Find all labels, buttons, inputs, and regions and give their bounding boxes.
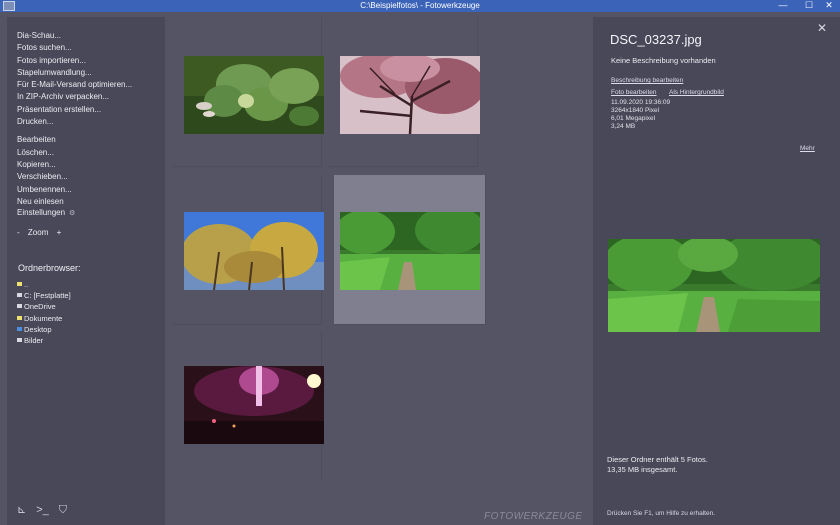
brand-watermark: FOTOWERKZEUGE — [484, 511, 583, 522]
terminal-icon[interactable]: >_ — [36, 504, 49, 516]
zoom-in-button[interactable]: + — [57, 228, 62, 237]
folder-label: .. — [24, 280, 29, 289]
photo-date: 11.09.2020 19:36:09 — [611, 99, 671, 106]
folder-label: Desktop — [24, 324, 52, 334]
thumbnail-grid — [172, 17, 586, 505]
window-title: C:\Beispielfotos\ - Fotowerkzeuge — [360, 1, 480, 10]
menu-create-presentation[interactable]: Präsentation erstellen... — [17, 104, 132, 116]
menu-email-optimize[interactable]: Für E-Mail-Versand optimieren... — [17, 79, 132, 91]
folder-label: C: [Festplatte] — [24, 291, 71, 301]
folder-icon — [17, 282, 22, 286]
folder-icon — [17, 304, 22, 309]
thumbnail-cell[interactable] — [172, 175, 324, 325]
photo-metadata: 11.09.2020 19:36:09 3264x1840 Pixel 6,01… — [611, 99, 670, 131]
photo-filesize: 3,24 MB — [611, 123, 636, 130]
menu-slideshow[interactable]: Dia-Schau... — [17, 30, 132, 42]
sidebar-toolbar: ⊾ >_ ⛉ — [17, 503, 77, 517]
photo-megapixel: 6,01 Megapixel — [611, 115, 656, 122]
folder-item[interactable]: Desktop — [17, 324, 71, 335]
folder-summary: Dieser Ordner enthält 5 Fotos. 13,35 MB … — [607, 455, 708, 475]
folder-tree: .. C: [Festplatte] OneDrive Dokumente Deskto… — [17, 279, 71, 346]
description: Keine Beschreibung vorhanden — [611, 56, 716, 65]
menu-edit[interactable]: Bearbeiten — [17, 134, 132, 146]
menu-zip-archive[interactable]: In ZIP-Archiv verpacken... — [17, 91, 132, 103]
details-panel: ✕ DSC_03237.jpg Keine Beschreibung vorha… — [593, 17, 840, 525]
menu-import-photos[interactable]: Fotos importieren... — [17, 55, 132, 67]
zoom-label: Zoom — [27, 228, 49, 237]
menu-search-photos[interactable]: Fotos suchen... — [17, 42, 132, 54]
folder-label: Dokumente — [24, 313, 63, 323]
menu-print[interactable]: Drucken... — [17, 116, 132, 128]
folder-icon — [17, 315, 22, 320]
menu-move[interactable]: Verschieben... — [17, 171, 132, 183]
folder-icon — [17, 326, 22, 331]
thumbnail-cell-selected[interactable] — [334, 175, 486, 325]
minimize-button[interactable]: — — [772, 0, 794, 12]
thumbnail-cherry-blossom[interactable] — [340, 56, 480, 134]
menu-reload[interactable]: Neu einlesen — [17, 196, 132, 208]
settings-item[interactable]: Einstellungen ⚙ — [17, 208, 75, 217]
zoom-out-button[interactable]: - — [17, 228, 20, 237]
menu-copy[interactable]: Kopieren... — [17, 159, 132, 171]
folder-icon — [17, 293, 22, 298]
folder-label: OneDrive — [24, 302, 56, 312]
sidebar: Dia-Schau... Fotos suchen... Fotos impor… — [7, 17, 165, 525]
maximize-button[interactable]: ☐ — [798, 0, 820, 12]
file-name: DSC_03237.jpg — [610, 32, 702, 47]
thumbnail-autumn-tree[interactable] — [184, 212, 324, 290]
settings-label: Einstellungen — [17, 208, 66, 217]
tree-view-icon[interactable]: ⊾ — [17, 504, 26, 516]
more-link[interactable]: Mehr — [800, 145, 815, 152]
summary-photo-count: Dieser Ordner enthält 5 Fotos. — [607, 455, 708, 464]
sidebar-menu: Dia-Schau... Fotos suchen... Fotos impor… — [17, 30, 132, 208]
thumbnail-cell[interactable] — [328, 17, 480, 167]
edit-photo-link[interactable]: Foto bearbeiten — [611, 89, 657, 96]
photo-dimensions: 3264x1840 Pixel — [611, 107, 660, 114]
close-panel-icon[interactable]: ✕ — [817, 21, 827, 35]
zoom-control: - Zoom + — [17, 228, 67, 237]
help-hint: Drücken Sie F1, um Hilfe zu erhalten. — [607, 510, 716, 517]
folder-item[interactable]: .. — [17, 279, 71, 290]
folder-item[interactable]: Dokumente — [17, 313, 71, 324]
menu-delete[interactable]: Löschen... — [17, 147, 132, 159]
filter-icon[interactable]: ⛉ — [59, 504, 67, 516]
thumbnail-hosta-plant[interactable] — [184, 56, 324, 134]
folder-icon — [17, 338, 22, 343]
folder-item[interactable]: C: [Festplatte] — [17, 290, 71, 301]
thumbnail-cell[interactable] — [172, 331, 324, 481]
set-wallpaper-link[interactable]: Als Hintergrundbild — [669, 89, 724, 96]
close-window-button[interactable]: ✕ — [818, 0, 840, 12]
thumbnail-cell[interactable] — [172, 17, 324, 167]
folder-browser-title: Ordnerbrowser: — [18, 263, 81, 273]
menu-batch-convert[interactable]: Stapelumwandlung... — [17, 67, 132, 79]
thumbnail-forest-path[interactable] — [340, 212, 480, 290]
folder-item[interactable]: OneDrive — [17, 301, 71, 312]
folder-label: Bilder — [24, 336, 44, 346]
menu-rename[interactable]: Umbenennen... — [17, 184, 132, 196]
title-bar: C:\Beispielfotos\ - Fotowerkzeuge — ☐ ✕ — [0, 0, 840, 12]
folder-item[interactable]: Bilder — [17, 335, 71, 346]
gear-icon: ⚙ — [69, 210, 76, 217]
photo-preview[interactable] — [608, 239, 820, 332]
thumbnail-fireworks[interactable] — [184, 366, 324, 444]
summary-total-size: 13,35 MB insgesamt. — [607, 465, 678, 474]
